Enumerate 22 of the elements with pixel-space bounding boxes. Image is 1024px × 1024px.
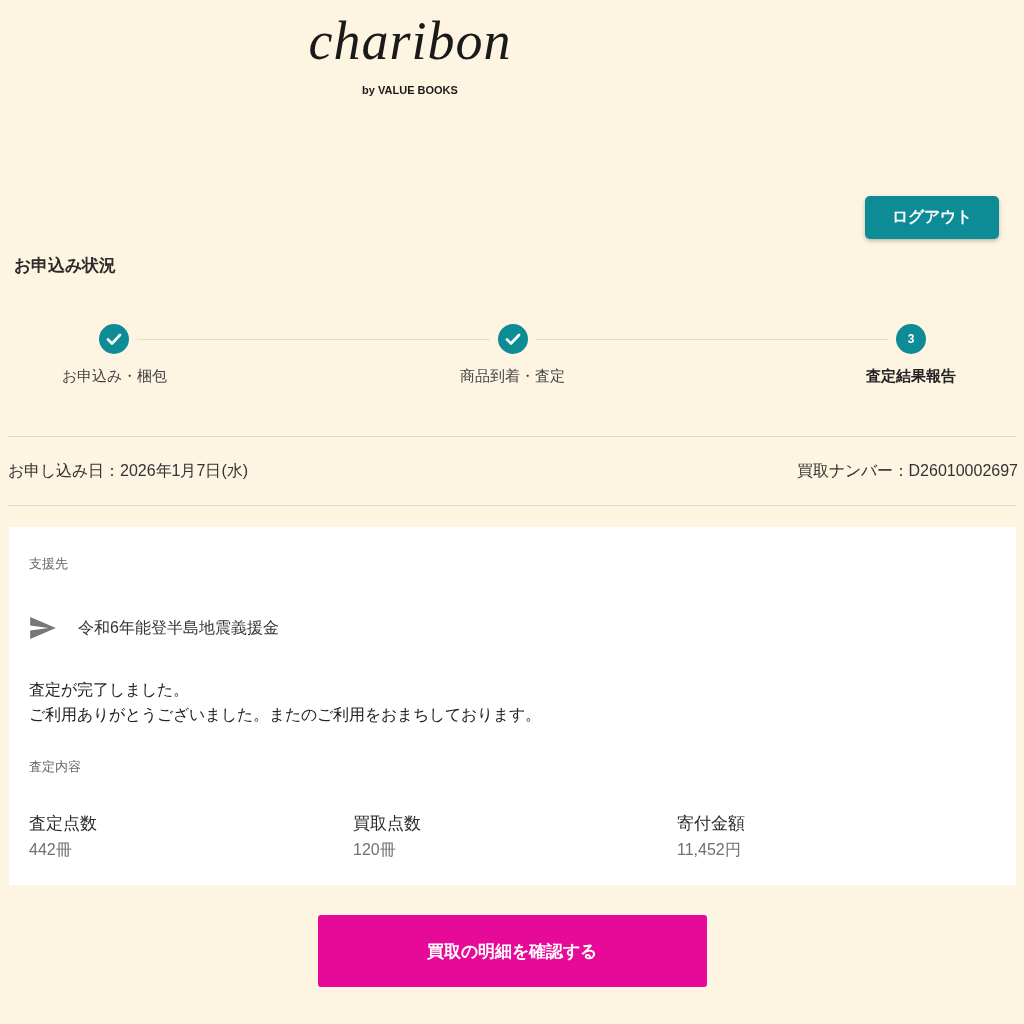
logout-button[interactable]: ログアウト <box>865 196 999 239</box>
section-title: お申込み状況 <box>14 255 116 277</box>
step-label: お申込み・梱包 <box>60 366 168 386</box>
recipient-heading: 支援先 <box>29 555 68 573</box>
logo-byline: by VALUE BOOKS <box>362 83 458 97</box>
purchase-number: 買取ナンバー：D26010002697 <box>796 461 1018 481</box>
stat-value: 442冊 <box>29 840 72 860</box>
stat-value: 11,452円 <box>677 840 741 860</box>
stat-label: 買取点数 <box>353 813 421 835</box>
step-label: 商品到着・査定 <box>459 366 566 386</box>
logo-wordmark: charibon <box>308 10 512 72</box>
application-date: お申し込み日：2026年1月7日(水) <box>8 461 249 481</box>
stat-label: 寄付金額 <box>677 813 745 835</box>
stat-value: 120冊 <box>353 840 396 860</box>
results-heading: 査定内容 <box>29 758 81 776</box>
view-details-button[interactable]: 買取の明細を確認する <box>317 915 707 987</box>
send-icon <box>30 617 56 639</box>
completion-message: 査定が完了しました。 ご利用ありがとうございました。またのご利用をおまちしております。 <box>29 680 541 725</box>
step-number: 3 <box>896 324 926 354</box>
recipient-name: 令和6年能登半島地震義援金 <box>78 618 279 638</box>
stat-label: 査定点数 <box>29 813 97 835</box>
step-label: 査定結果報告 <box>865 366 957 386</box>
